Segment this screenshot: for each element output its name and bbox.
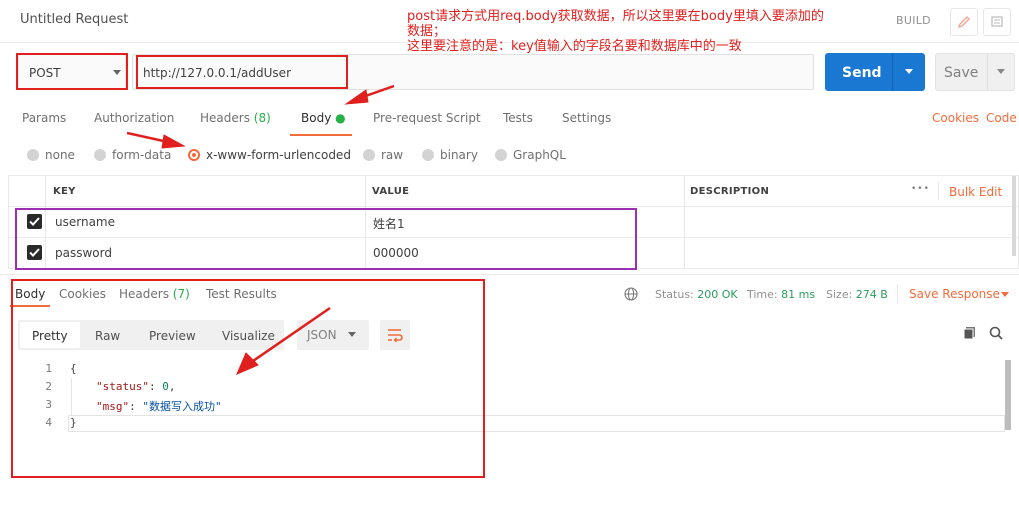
arrow-to-urlencoded-head — [161, 134, 186, 149]
arrow-to-body-tab-head — [344, 89, 369, 105]
arrow-to-response-head — [236, 352, 259, 375]
arrow-to-urlencoded — [126, 131, 169, 144]
annotation-arrows — [126, 84, 395, 375]
arrow-to-response — [252, 306, 331, 363]
postman-window: Untitled Request BUILD post请求方式用req.body… — [0, 0, 1019, 527]
